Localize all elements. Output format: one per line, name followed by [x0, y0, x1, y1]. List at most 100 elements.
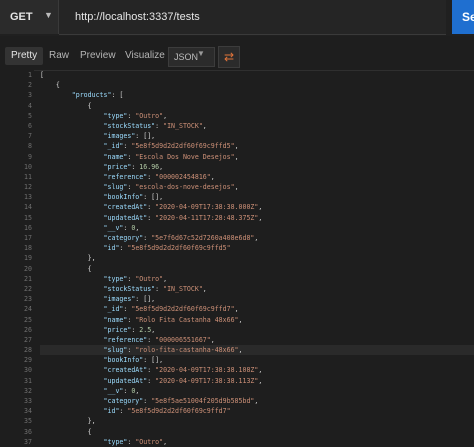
line-number-text: 20 [24, 264, 32, 273]
json-punctuation: : [], [143, 193, 164, 202]
line-number-text: 19 [24, 254, 32, 263]
json-punctuation: , [163, 111, 168, 120]
line-number-text: 26 [24, 325, 32, 334]
line-number-text: 23 [24, 295, 32, 304]
json-string: "5e8f5ae51004f205d9b585bd" [151, 397, 255, 405]
json-punctuation: , [159, 162, 164, 171]
line-number-text: 36 [24, 427, 32, 436]
line-number-text: 27 [24, 335, 32, 344]
code-line: "name": "Rolo Fita Castanha 48x66", [40, 315, 474, 325]
json-punctuation: , [234, 305, 239, 314]
wrap-lines-icon[interactable]: ⇄ [218, 46, 240, 68]
json-punctuation: : [155, 121, 164, 130]
url-text: http://localhost:3337/tests [75, 11, 200, 23]
code-line: { [40, 80, 474, 90]
json-string: "Outro" [135, 437, 164, 446]
json-punctuation: , [254, 397, 259, 405]
json-key: "stockStatus" [103, 284, 156, 293]
code-line: "stockStatus": "IN_STOCK", [40, 284, 474, 294]
json-string: "escola-dos-nove-desejos" [135, 183, 235, 192]
line-number-text: 31 [24, 376, 32, 385]
tab-pretty[interactable]: Pretty [5, 47, 44, 65]
line-number: 17 [0, 233, 34, 243]
json-key: "type" [103, 437, 128, 446]
json-key: "reference" [103, 335, 148, 344]
json-string: "2020-04-09T17:38:38.113Z" [155, 376, 259, 385]
json-key: "_id" [103, 305, 124, 314]
line-number: 3 [0, 90, 34, 100]
json-string: "IN_STOCK" [163, 284, 203, 293]
line-number: 5 [0, 111, 34, 121]
json-punctuation: [ [40, 71, 44, 79]
line-number-gutter: 1 2 3 4 5 6 7 8 9 10 11 12 13 14 15 16 17 18 19 20 21 22 23 24 2… [0, 70, 34, 446]
json-punctuation: , [163, 274, 168, 283]
line-number-text: 12 [24, 183, 32, 192]
code-line: "images": [], [40, 294, 474, 304]
line-number: 21 [0, 274, 34, 284]
line-number: 28 [0, 345, 34, 355]
json-string: "000002454816" [155, 172, 211, 181]
line-number: 35 [0, 416, 34, 426]
code-line: "updatedAt": "2020-04-09T17:38:38.113Z", [40, 376, 474, 386]
line-number-text: 3 [28, 91, 32, 100]
line-number: 23 [0, 294, 34, 304]
json-punctuation: , [258, 203, 263, 212]
line-number: 4 [0, 101, 34, 111]
code-line: "products": [ [40, 90, 474, 100]
line-number-text: 6 [28, 121, 32, 130]
line-number: 26 [0, 325, 34, 335]
line-number: 20 [0, 264, 34, 274]
line-number-text: 16 [24, 223, 32, 232]
code-line: "bookInfo": [], [40, 192, 474, 202]
json-punctuation: }, [87, 254, 96, 263]
line-number-text: 28 [24, 346, 32, 355]
tab-visualize[interactable]: Visualize [119, 47, 171, 65]
code-line: "slug": "escola-dos-nove-desejos", [40, 182, 474, 192]
line-number: 6 [0, 121, 34, 131]
json-punctuation: , [254, 234, 259, 242]
json-punctuation: { [87, 427, 92, 436]
format-select[interactable]: JSON [168, 47, 215, 67]
code-line: "id": "5e8f5d9d2d2df60f69c9ffd5" [40, 243, 474, 253]
code-line: "price": 2.5, [40, 325, 474, 335]
code-line: "id": "5e8f5d9d2d2df60f69c9ffd7" [40, 406, 474, 416]
line-number-text: 14 [24, 203, 32, 212]
line-number-text: 10 [24, 162, 32, 171]
code-line: "__v": 0, [40, 223, 474, 233]
line-number: 25 [0, 315, 34, 325]
line-number-text: 13 [24, 193, 32, 202]
json-string: "Outro" [135, 274, 164, 283]
json-punctuation: , [151, 325, 156, 334]
code-line: "name": "Escola Dos Nove Desejos", [40, 152, 474, 162]
response-body[interactable]: 1 2 3 4 5 6 7 8 9 10 11 12 13 14 15 16 17 18 19 20 21 22 23 24 2… [0, 70, 474, 446]
send-button[interactable]: Send [452, 0, 474, 34]
chevron-down-icon: ▼ [197, 49, 205, 58]
json-punctuation: , [258, 366, 263, 375]
json-key: "images" [103, 132, 136, 141]
json-key: "category" [103, 397, 144, 405]
json-key: "createdAt" [103, 203, 148, 212]
line-number: 37 [0, 437, 34, 447]
method-select[interactable]: GET ▼ [0, 0, 59, 34]
code-line: "createdAt": "2020-04-09T17:38:38.000Z", [40, 202, 474, 212]
line-number-text: 33 [24, 397, 32, 405]
url-input[interactable]: http://localhost:3337/tests [59, 0, 446, 35]
json-punctuation: , [234, 183, 239, 192]
json-punctuation: , [238, 346, 243, 355]
json-punctuation: : [147, 376, 156, 385]
code-line: "bookInfo": [], [40, 355, 474, 365]
tab-preview[interactable]: Preview [74, 47, 122, 65]
line-number-text: 30 [24, 366, 32, 375]
code-line: "price": 16.96, [40, 162, 474, 172]
line-number-text: 29 [24, 356, 32, 365]
code-line: "updatedAt": "2020-04-11T17:28:48.375Z", [40, 213, 474, 223]
json-punctuation: , [210, 172, 215, 181]
code-line: { [40, 427, 474, 437]
json-punctuation: , [234, 152, 239, 161]
line-number-text: 8 [28, 142, 32, 151]
json-key: "slug" [103, 346, 128, 355]
line-number-text: 18 [24, 244, 32, 253]
code-line: "reference": "000006551667", [40, 335, 474, 345]
tab-raw[interactable]: Raw [43, 47, 75, 65]
code-line: }, [40, 253, 474, 263]
